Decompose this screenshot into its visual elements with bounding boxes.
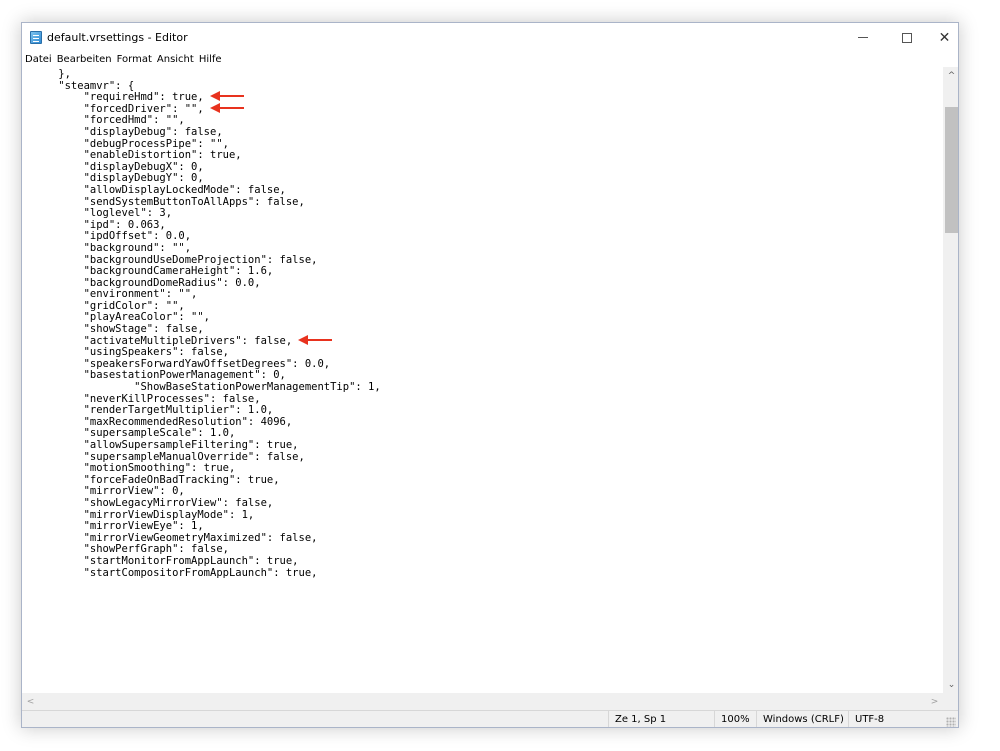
line-text: "enableDistortion": true,: [33, 149, 242, 162]
close-button[interactable]: ✕: [929, 23, 958, 52]
horizontal-scrollbar[interactable]: < >: [22, 693, 943, 710]
line-text: "background": "",: [33, 241, 192, 254]
maximize-button[interactable]: [885, 23, 929, 52]
status-bar: Ze 1, Sp 1 100% Windows (CRLF) UTF-8: [22, 710, 958, 727]
line-text: "showStage": false,: [33, 323, 204, 336]
line-text: "showPerfGraph": false,: [33, 543, 229, 556]
line-text: "mirrorView": 0,: [33, 485, 185, 498]
text-area[interactable]: }, "steamvr": { "requireHmd": true, "for…: [22, 67, 943, 693]
line-text: "forceFadeOnBadTracking": true,: [33, 473, 280, 486]
title-bar[interactable]: default.vrsettings - Editor ✕: [22, 23, 958, 52]
menu-edit[interactable]: Bearbeiten: [54, 52, 114, 67]
line-text: "loglevel": 3,: [33, 207, 173, 220]
scroll-right-button[interactable]: >: [926, 693, 943, 710]
editor-window: default.vrsettings - Editor ✕ Datei Bear…: [21, 22, 959, 728]
line-text: "steamvr": {: [33, 79, 135, 92]
line-text: "forcedHmd": "",: [33, 114, 185, 127]
line-text: "playAreaColor": "",: [33, 311, 211, 324]
line-text: "motionSmoothing": true,: [33, 462, 236, 475]
notepad-icon: [30, 31, 42, 44]
line-text: "activateMultipleDrivers": false,: [33, 334, 293, 347]
text-content[interactable]: }, "steamvr": { "requireHmd": true, "for…: [33, 68, 381, 580]
line-text: "ipd": 0.063,: [33, 218, 166, 231]
line-text: "backgroundCameraHeight": 1.6,: [33, 265, 274, 278]
scrollbar-corner: [943, 693, 958, 710]
line-text: "neverKillProcesses": false,: [33, 392, 261, 405]
line-text: "basestationPowerManagement": 0,: [33, 369, 286, 382]
resize-grip-icon[interactable]: [946, 717, 956, 727]
window-title: default.vrsettings - Editor: [47, 31, 188, 44]
line-text: },: [33, 68, 71, 80]
vertical-scroll-thumb[interactable]: [945, 107, 958, 233]
line-text: "displayDebugY": 0,: [33, 172, 204, 185]
line-text: "gridColor": "",: [33, 299, 185, 312]
line-text: "ShowBaseStationPowerManagementTip": 1,: [33, 381, 381, 394]
line-text: "supersampleManualOverride": false,: [33, 450, 305, 463]
line-ending: Windows (CRLF): [756, 711, 848, 727]
line-text: "displayDebugX": 0,: [33, 160, 204, 173]
minimize-button[interactable]: [841, 23, 885, 52]
menu-format[interactable]: Format: [114, 52, 154, 67]
line-text: "supersampleScale": 1.0,: [33, 427, 236, 440]
scroll-down-button[interactable]: ⌄: [943, 676, 958, 693]
line-text: "speakersForwardYawOffsetDegrees": 0.0,: [33, 357, 331, 370]
line-text: "backgroundDomeRadius": 0.0,: [33, 276, 261, 289]
line-text: "environment": "",: [33, 288, 198, 301]
line-text: "startCompositorFromAppLaunch": true,: [33, 566, 318, 579]
menu-bar: Datei Bearbeiten Format Ansicht Hilfe: [22, 52, 958, 67]
text-line: "startCompositorFromAppLaunch": true,: [33, 566, 381, 580]
vertical-scrollbar[interactable]: ^ ⌄: [943, 67, 958, 693]
line-text: "debugProcessPipe": "",: [33, 137, 229, 150]
line-text: "requireHmd": true,: [33, 91, 204, 104]
menu-file[interactable]: Datei: [22, 52, 54, 67]
line-text: "mirrorViewEye": 1,: [33, 520, 204, 533]
line-text: "forcedDriver": "",: [33, 102, 204, 115]
line-text: "backgroundUseDomeProjection": false,: [33, 253, 318, 266]
encoding: UTF-8: [848, 711, 943, 727]
scroll-left-button[interactable]: <: [22, 693, 39, 710]
menu-help[interactable]: Hilfe: [196, 52, 224, 67]
red-arrow-icon: [298, 334, 333, 345]
line-text: "ipdOffset": 0.0,: [33, 230, 192, 243]
line-text: "mirrorViewGeometryMaximized": false,: [33, 531, 318, 544]
red-arrow-icon: [209, 91, 244, 102]
line-text: "allowDisplayLockedMode": false,: [33, 183, 286, 196]
line-text: "mirrorViewDisplayMode": 1,: [33, 508, 255, 521]
line-text: "renderTargetMultiplier": 1.0,: [33, 404, 274, 417]
line-text: "usingSpeakers": false,: [33, 346, 229, 359]
close-icon: ✕: [938, 29, 951, 46]
line-text: "maxRecommendedResolution": 4096,: [33, 415, 293, 428]
cursor-position: Ze 1, Sp 1: [608, 711, 714, 727]
line-text: "startMonitorFromAppLaunch": true,: [33, 554, 299, 567]
red-arrow-icon: [209, 102, 244, 113]
line-text: "displayDebug": false,: [33, 125, 223, 138]
line-text: "sendSystemButtonToAllApps": false,: [33, 195, 305, 208]
line-text: "showLegacyMirrorView": false,: [33, 496, 274, 509]
line-text: "allowSupersampleFiltering": true,: [33, 439, 299, 451]
menu-view[interactable]: Ansicht: [154, 52, 196, 67]
scroll-up-button[interactable]: ^: [943, 67, 958, 84]
zoom-level: 100%: [714, 711, 756, 727]
